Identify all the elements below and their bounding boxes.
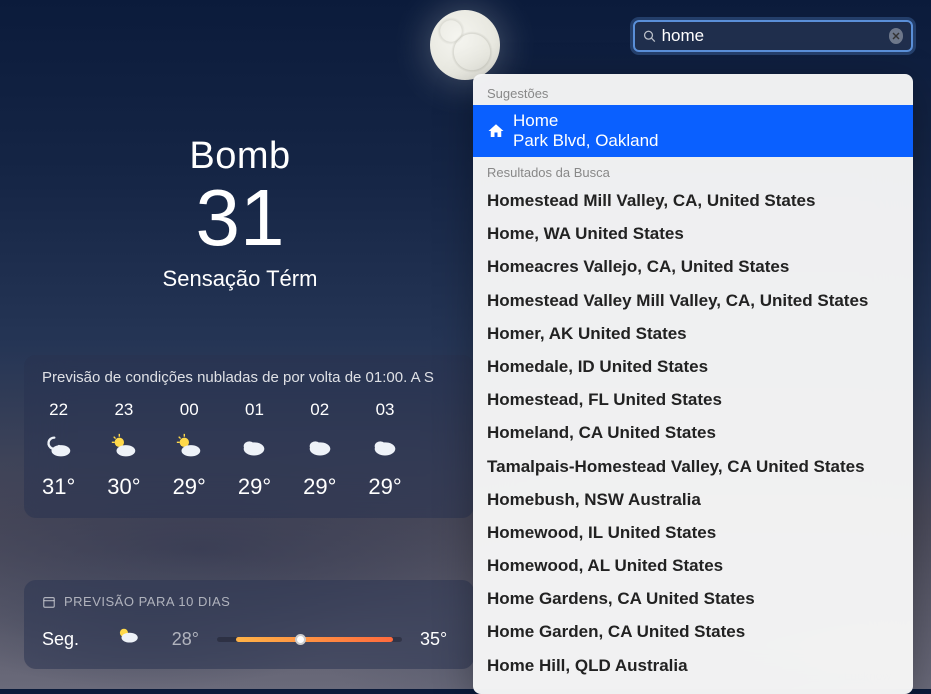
hour-column[interactable]: 01 29°: [238, 400, 271, 500]
hour-time: 22: [49, 400, 68, 420]
partly-sunny-icon: [109, 432, 139, 462]
search-input[interactable]: [656, 26, 889, 46]
hour-column[interactable]: 22 31°: [42, 400, 75, 500]
hour-temp: 29°: [303, 474, 336, 500]
cloudy-icon: [239, 432, 269, 462]
cloudy-icon: [305, 432, 335, 462]
hour-column[interactable]: 03 29°: [368, 400, 401, 500]
hour-time: 00: [180, 400, 199, 420]
suggestion-subtitle: Park Blvd, Oakland: [513, 131, 659, 151]
search-result-item[interactable]: Homebush, NSW Australia: [473, 483, 913, 516]
current-weather: Bomb 31 Sensação Térm: [0, 135, 480, 292]
search-icon: [643, 29, 656, 43]
temp-range-fill: [236, 637, 393, 642]
search-result-item[interactable]: Homeacres Vallejo, CA, United States: [473, 250, 913, 283]
search-result-item[interactable]: Tamalpais-Homestead Valley, CA United St…: [473, 450, 913, 483]
partly-sunny-icon: [174, 432, 204, 462]
partly-sunny-icon: [115, 623, 145, 655]
home-icon: [487, 122, 505, 140]
close-icon: [892, 32, 900, 40]
cloudy-icon: [370, 432, 400, 462]
suggestions-header: Sugestões: [473, 82, 913, 105]
hour-temp: 29°: [238, 474, 271, 500]
hour-time: 03: [376, 400, 395, 420]
search-result-item[interactable]: Homeland, CA United States: [473, 416, 913, 449]
hour-temp: 31°: [42, 474, 75, 500]
hour-column[interactable]: 02 29°: [303, 400, 336, 500]
suggestion-home[interactable]: Home Park Blvd, Oakland: [473, 105, 913, 157]
tenday-header-text: PREVISÃO PARA 10 DIAS: [64, 594, 230, 609]
hour-time: 23: [114, 400, 133, 420]
tenday-header: PREVISÃO PARA 10 DIAS: [42, 594, 456, 609]
search-result-item[interactable]: Homewood, AL United States: [473, 549, 913, 582]
temp-range-bar: [217, 637, 402, 642]
day-high-temp: 35°: [420, 629, 456, 650]
hour-temp: 29°: [173, 474, 206, 500]
calendar-icon: [42, 595, 56, 609]
hour-column[interactable]: 23 30°: [107, 400, 140, 500]
day-low-temp: 28°: [163, 629, 199, 650]
hour-temp: 29°: [368, 474, 401, 500]
hour-temp: 30°: [107, 474, 140, 500]
search-result-item[interactable]: Homedale, ID United States: [473, 350, 913, 383]
day-name: Seg.: [42, 629, 97, 650]
search-result-item[interactable]: Homestead Mill Valley, CA, United States: [473, 184, 913, 217]
hour-time: 02: [310, 400, 329, 420]
search-dropdown: Sugestões Home Park Blvd, Oakland Result…: [473, 74, 913, 694]
current-temp-dot: [295, 634, 306, 645]
feels-like-label: Sensação Térm: [0, 266, 480, 292]
day-row[interactable]: Seg. 28° 35°: [42, 623, 456, 655]
current-temp: 31: [0, 178, 480, 258]
hourly-caption: Previsão de condições nubladas de por vo…: [42, 369, 456, 386]
search-result-item[interactable]: Homestead Valley Mill Valley, CA, United…: [473, 284, 913, 317]
search-result-item[interactable]: Home Hill, QLD Australia: [473, 649, 913, 682]
search-result-item[interactable]: Home Gardens, CA United States: [473, 582, 913, 615]
moon-graphic: [430, 10, 500, 80]
search-result-item[interactable]: Home, WA United States: [473, 217, 913, 250]
search-result-item[interactable]: Homer, AK United States: [473, 317, 913, 350]
results-header: Resultados da Busca: [473, 161, 913, 184]
hourly-forecast-panel: Previsão de condições nubladas de por vo…: [24, 355, 474, 518]
suggestion-title: Home: [513, 111, 659, 131]
search-result-item[interactable]: Homewood, IL United States: [473, 516, 913, 549]
clear-search-button[interactable]: [889, 28, 903, 44]
search-result-item[interactable]: Home Garden, CA United States: [473, 615, 913, 648]
hour-time: 01: [245, 400, 264, 420]
hour-column[interactable]: 00 29°: [173, 400, 206, 500]
search-bar: [633, 20, 913, 52]
city-name: Bomb: [0, 135, 480, 178]
tenday-forecast-panel: PREVISÃO PARA 10 DIAS Seg. 28° 35°: [24, 580, 474, 669]
partly-cloudy-night-icon: [44, 432, 74, 462]
search-result-item[interactable]: Homestead, FL United States: [473, 383, 913, 416]
